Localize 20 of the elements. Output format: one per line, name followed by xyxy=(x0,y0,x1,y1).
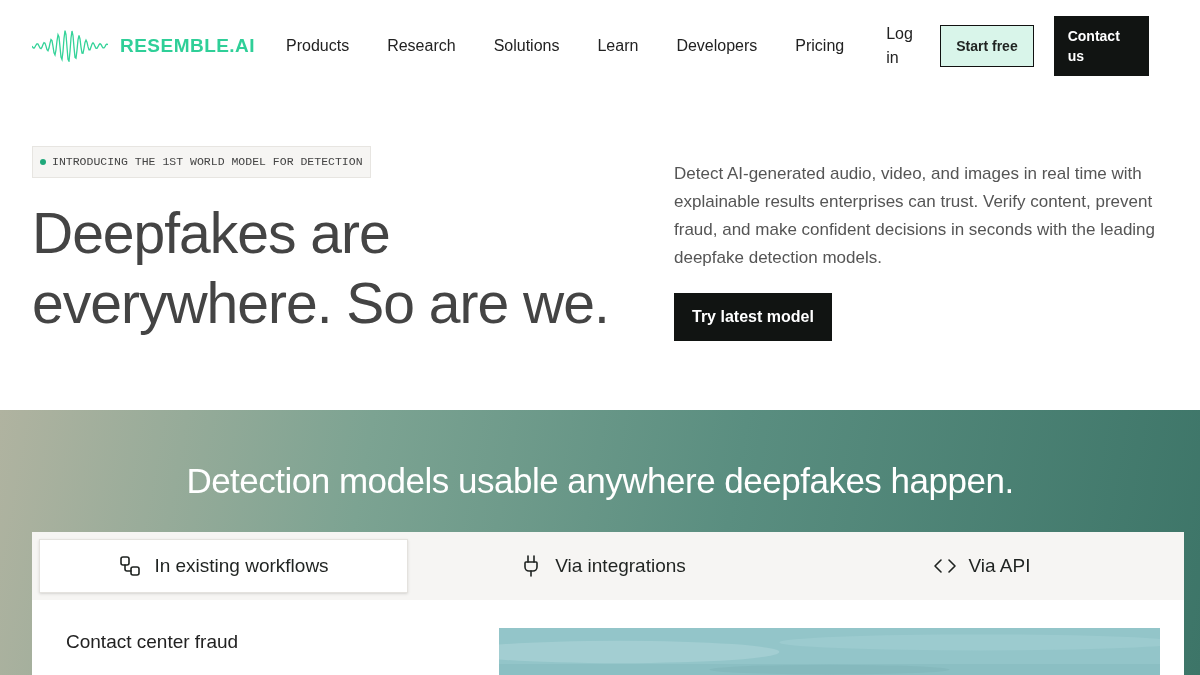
waveform-logo-icon xyxy=(32,30,108,62)
nav-link[interactable]: Log in xyxy=(886,22,923,70)
nav-link[interactable]: Pricing xyxy=(795,34,845,58)
start-button[interactable]: Start free xyxy=(940,25,1034,67)
contact-button[interactable]: Contact us xyxy=(1053,16,1149,76)
tab[interactable]: Via integrations xyxy=(418,539,787,593)
nav-link[interactable]: Solutions xyxy=(493,34,560,58)
try-model-button[interactable]: Try latest model xyxy=(674,293,832,341)
hero-heading: Deepfakes are everywhere. So are we. xyxy=(32,200,610,337)
nav-link[interactable]: Developers xyxy=(676,34,758,58)
nav-link[interactable]: Products xyxy=(286,34,350,58)
tab[interactable]: Via API xyxy=(797,539,1166,593)
badge-text: INTRODUCING THE 1ST WORLD MODEL FOR DETECTION xyxy=(52,154,363,171)
workflow-icon xyxy=(118,554,143,578)
section-heading: Detection models usable anywhere deepfakes happen. xyxy=(185,460,1015,502)
use-case-title: Contact center fraud xyxy=(66,631,239,652)
tab[interactable]: In existing workflows xyxy=(39,539,408,593)
nav-link[interactable]: Research xyxy=(387,34,456,58)
hero-description: Detect AI-generated audio, video, and images in real time with explainable results enterprises can trust. Verify content, prevent fraud, and make confident decisions in seconds with the leading deepfake detection models. xyxy=(674,163,1157,269)
nav-link[interactable]: Learn xyxy=(597,34,639,58)
